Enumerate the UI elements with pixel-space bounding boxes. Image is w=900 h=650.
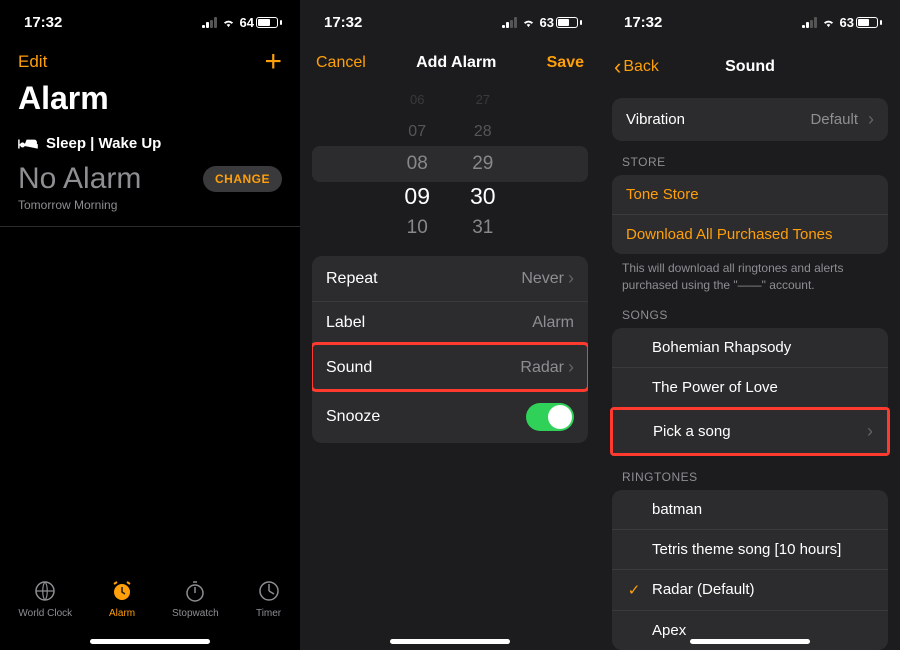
wifi-icon (521, 17, 536, 28)
page-title: Alarm (0, 74, 300, 131)
song-row[interactable]: Bohemian Rhapsody (612, 328, 888, 367)
download-tones-link[interactable]: Download All Purchased Tones (612, 214, 888, 254)
hour-column[interactable]: 06 07 08 09 10 11 12 (404, 84, 430, 244)
back-button[interactable]: ‹Back (614, 54, 659, 80)
sound-picker-screen: 17:32 63 ‹Back Sound Vibration Default ›… (600, 0, 900, 650)
modal-title: Add Alarm (416, 54, 496, 72)
add-alarm-button[interactable]: + (264, 50, 282, 74)
change-button[interactable]: CHANGE (203, 166, 282, 192)
songs-group: Bohemian Rhapsody The Power of Love (612, 328, 888, 407)
status-bar: 17:32 64 (0, 0, 300, 44)
snooze-toggle[interactable] (526, 403, 574, 431)
store-header: Store (600, 141, 900, 175)
chevron-right-icon: › (868, 109, 874, 130)
vibration-group: Vibration Default › (612, 98, 888, 141)
status-bar: 17:32 63 (600, 0, 900, 44)
status-time: 17:32 (24, 14, 62, 31)
status-time: 17:32 (624, 14, 662, 31)
sleep-section-header: Sleep | Wake Up (0, 131, 300, 158)
chevron-left-icon: ‹ (614, 54, 621, 80)
chevron-right-icon: › (568, 268, 574, 289)
tab-stopwatch[interactable]: Stopwatch (172, 578, 219, 619)
tab-bar: World Clock Alarm Stopwatch Timer (0, 570, 300, 650)
timer-icon (256, 578, 282, 604)
battery-icon: 63 (840, 15, 882, 30)
cancel-button[interactable]: Cancel (316, 54, 366, 72)
vibration-row[interactable]: Vibration Default › (612, 98, 888, 141)
alarm-options-list: Repeat Never› Label Alarm Sound Radar› S… (312, 256, 588, 443)
save-button[interactable]: Save (547, 54, 584, 72)
cellular-icon (202, 17, 217, 28)
tomorrow-label: Tomorrow Morning (0, 196, 300, 214)
home-indicator[interactable] (90, 639, 210, 644)
home-indicator[interactable] (390, 639, 510, 644)
sound-row[interactable]: Sound Radar› (312, 344, 588, 390)
chevron-right-icon: › (867, 421, 873, 442)
tone-store-link[interactable]: Tone Store (612, 175, 888, 214)
ringtone-row[interactable]: Tetris theme song [10 hours] (612, 529, 888, 569)
snooze-row: Snooze (312, 390, 588, 443)
ringtone-row[interactable]: batman (612, 490, 888, 529)
store-group: Tone Store Download All Purchased Tones (612, 175, 888, 254)
no-alarm-label: No Alarm (18, 162, 141, 196)
alarm-icon (109, 578, 135, 604)
divider (0, 226, 300, 227)
ringtones-header: Ringtones (600, 456, 900, 490)
cellular-icon (802, 17, 817, 28)
wifi-icon (821, 17, 836, 28)
time-picker[interactable]: 06 07 08 09 10 11 12 27 28 29 30 31 32 3… (312, 84, 588, 244)
songs-header: Songs (600, 294, 900, 328)
battery-icon: 64 (240, 15, 282, 30)
minute-column[interactable]: 27 28 29 30 31 32 33 (470, 84, 496, 244)
wifi-icon (221, 17, 236, 28)
tab-world-clock[interactable]: World Clock (18, 578, 72, 619)
status-bar: 17:32 63 (300, 0, 600, 44)
ringtone-row[interactable]: ✓Radar (Default) (612, 569, 888, 610)
home-indicator[interactable] (690, 639, 810, 644)
pick-song-row[interactable]: Pick a song › (613, 410, 887, 453)
alarm-list-screen: 17:32 64 Edit + Alarm Sleep | Wake Up No… (0, 0, 300, 650)
bed-icon (18, 137, 38, 151)
battery-icon: 63 (540, 15, 582, 30)
status-time: 17:32 (324, 14, 362, 31)
label-row[interactable]: Label Alarm (312, 301, 588, 344)
cellular-icon (502, 17, 517, 28)
repeat-row[interactable]: Repeat Never› (312, 256, 588, 301)
globe-icon (32, 578, 58, 604)
tab-timer[interactable]: Timer (256, 578, 282, 619)
stopwatch-icon (182, 578, 208, 604)
pick-song-highlight: Pick a song › (610, 407, 890, 456)
song-row[interactable]: The Power of Love (612, 367, 888, 407)
edit-button[interactable]: Edit (18, 52, 47, 72)
ringtones-group: batman Tetris theme song [10 hours] ✓Rad… (612, 490, 888, 650)
screen-title: Sound (725, 58, 775, 76)
checkmark-icon: ✓ (626, 581, 642, 599)
add-alarm-screen: 17:32 63 Cancel Add Alarm Save 06 07 08 … (300, 0, 600, 650)
tab-alarm[interactable]: Alarm (109, 578, 135, 619)
store-footer: This will download all ringtones and ale… (600, 254, 900, 294)
chevron-right-icon: › (568, 357, 574, 378)
